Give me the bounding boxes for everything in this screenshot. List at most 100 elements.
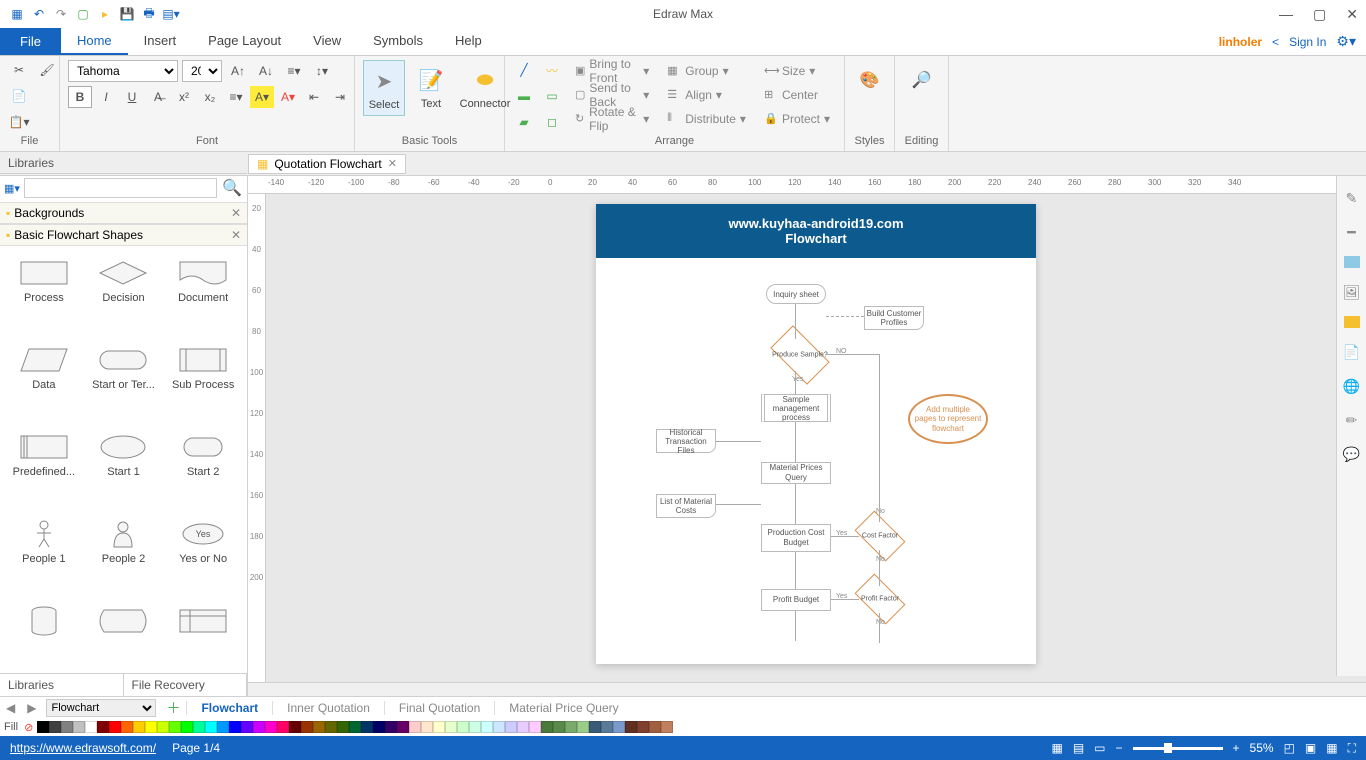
maximize-button[interactable]: ▢	[1313, 6, 1326, 23]
shape3-tool-icon[interactable]: ◻	[541, 112, 563, 132]
color-swatch[interactable]	[469, 721, 481, 733]
node-build-customer[interactable]: Build Customer Profiles	[864, 306, 924, 330]
color-swatch[interactable]	[313, 721, 325, 733]
rs-pick-icon[interactable]: ✎	[1342, 188, 1362, 208]
color-swatch[interactable]	[541, 721, 553, 733]
grow-font-button[interactable]: A↑	[226, 60, 250, 82]
fit-icon-2[interactable]: ▣	[1305, 741, 1316, 755]
color-swatch[interactable]	[613, 721, 625, 733]
rs-globe-icon[interactable]: 🌐	[1342, 376, 1362, 396]
tab-symbols[interactable]: Symbols	[357, 28, 439, 55]
shape-extra3[interactable]	[163, 598, 243, 669]
curve-tool-icon[interactable]: 〰	[541, 60, 563, 80]
color-swatch[interactable]	[517, 721, 529, 733]
canvas[interactable]: www.kuyhaa-android19.com Flowchart Inqui…	[266, 194, 1366, 682]
subscript-button[interactable]: x₂	[198, 86, 222, 108]
minimize-button[interactable]: —	[1279, 6, 1293, 23]
spacing-menu[interactable]: ↕▾	[310, 60, 334, 82]
share-icon[interactable]: <	[1272, 35, 1279, 49]
line-tool-icon[interactable]: ╱	[513, 60, 535, 80]
strike-button[interactable]: A̶	[146, 86, 170, 108]
color-swatch[interactable]	[193, 721, 205, 733]
color-swatch[interactable]	[217, 721, 229, 733]
library-category-flowchart[interactable]: ▪ Basic Flowchart Shapes ✕	[0, 224, 247, 246]
rs-fill2-icon[interactable]	[1344, 316, 1360, 328]
color-swatch[interactable]	[97, 721, 109, 733]
cat-close-icon[interactable]: ✕	[231, 228, 241, 242]
shape-start1[interactable]: Start 1	[84, 424, 164, 511]
shape2-tool-icon[interactable]: ▭	[541, 86, 563, 106]
color-swatch[interactable]	[589, 721, 601, 733]
color-swatch[interactable]	[577, 721, 589, 733]
page[interactable]: www.kuyhaa-android19.com Flowchart Inqui…	[596, 204, 1036, 664]
color-swatch[interactable]	[397, 721, 409, 733]
color-swatch[interactable]	[241, 721, 253, 733]
color-swatch[interactable]	[337, 721, 349, 733]
color-swatch[interactable]	[373, 721, 385, 733]
underline-button[interactable]: U	[120, 86, 144, 108]
tab-home[interactable]: Home	[61, 28, 128, 55]
color-swatch[interactable]	[661, 721, 673, 733]
color-swatch[interactable]	[253, 721, 265, 733]
print-button[interactable]: 🖶	[140, 5, 158, 23]
shape-start-term[interactable]: Start or Ter...	[84, 337, 164, 424]
pagetab-final[interactable]: Final Quotation	[384, 701, 494, 715]
color-swatch[interactable]	[109, 721, 121, 733]
styles-button[interactable]: 🎨	[850, 60, 890, 100]
shape-extra2[interactable]	[84, 598, 164, 669]
shape-yesno[interactable]: YesYes or No	[163, 511, 243, 598]
fit-icon-3[interactable]: ▦	[1326, 741, 1337, 755]
page-prev-icon[interactable]: ◀	[0, 701, 21, 715]
rs-comment-icon[interactable]: 💬	[1342, 444, 1362, 464]
rotate-button[interactable]: ↻Rotate & Flip▾	[569, 108, 655, 130]
outdent-button[interactable]: ⇤	[302, 86, 326, 108]
color-swatch[interactable]	[229, 721, 241, 733]
rs-image-icon[interactable]: 🖼	[1342, 282, 1362, 302]
select-tool[interactable]: ➤ Select	[363, 60, 405, 116]
bring-front-button[interactable]: ▣Bring to Front▾	[569, 60, 655, 82]
color-swatch[interactable]	[505, 721, 517, 733]
distribute-button[interactable]: ⫴Distribute▾	[661, 108, 752, 130]
shrink-font-button[interactable]: A↓	[254, 60, 278, 82]
fullscreen-icon[interactable]: ⛶	[1348, 741, 1356, 756]
view-icon-3[interactable]: ▭	[1094, 741, 1105, 755]
color-swatch[interactable]	[385, 721, 397, 733]
status-link[interactable]: https://www.edrawsoft.com/	[10, 741, 156, 755]
zoom-slider[interactable]	[1133, 747, 1223, 750]
size-button[interactable]: ⟷Size▾	[758, 60, 836, 82]
tab-help[interactable]: Help	[439, 28, 498, 55]
shape-start2[interactable]: Start 2	[163, 424, 243, 511]
color-swatch[interactable]	[481, 721, 493, 733]
new-button[interactable]: ▢	[74, 5, 92, 23]
fit-icon-1[interactable]: ◰	[1284, 741, 1295, 755]
color-swatch[interactable]	[277, 721, 289, 733]
color-swatch[interactable]	[493, 721, 505, 733]
color-swatch[interactable]	[169, 721, 181, 733]
tab-libraries[interactable]: Libraries	[0, 674, 124, 696]
font-name-select[interactable]: Tahoma	[68, 60, 178, 82]
shape-decision[interactable]: Decision	[84, 250, 164, 337]
color-swatch[interactable]	[433, 721, 445, 733]
color-swatch[interactable]	[409, 721, 421, 733]
node-profit-factor[interactable]: Profit Factor	[858, 585, 902, 613]
paste-icon[interactable]: 📋▾	[8, 112, 30, 132]
color-swatch[interactable]	[121, 721, 133, 733]
color-swatch[interactable]	[133, 721, 145, 733]
poly-tool-icon[interactable]: ▰	[513, 112, 535, 132]
color-swatch[interactable]	[37, 721, 49, 733]
bold-button[interactable]: B	[68, 86, 92, 108]
options-button[interactable]: ▤▾	[162, 5, 180, 23]
send-back-button[interactable]: ▢Send to Back▾	[569, 84, 655, 106]
color-swatch[interactable]	[457, 721, 469, 733]
node-list-material[interactable]: List of Material Costs	[656, 494, 716, 518]
rect-tool-icon[interactable]: ▬	[513, 86, 535, 106]
color-swatch[interactable]	[649, 721, 661, 733]
pagetab-flowchart[interactable]: Flowchart	[186, 701, 272, 715]
color-swatch[interactable]	[85, 721, 97, 733]
format-painter-icon[interactable]: 🖌	[36, 60, 58, 80]
page-next-icon[interactable]: ▶	[21, 701, 42, 715]
node-sample-mgmt[interactable]: Sample management process	[761, 394, 831, 422]
view-icon-1[interactable]: ▦	[1051, 741, 1062, 755]
color-swatch[interactable]	[445, 721, 457, 733]
color-swatch[interactable]	[601, 721, 613, 733]
